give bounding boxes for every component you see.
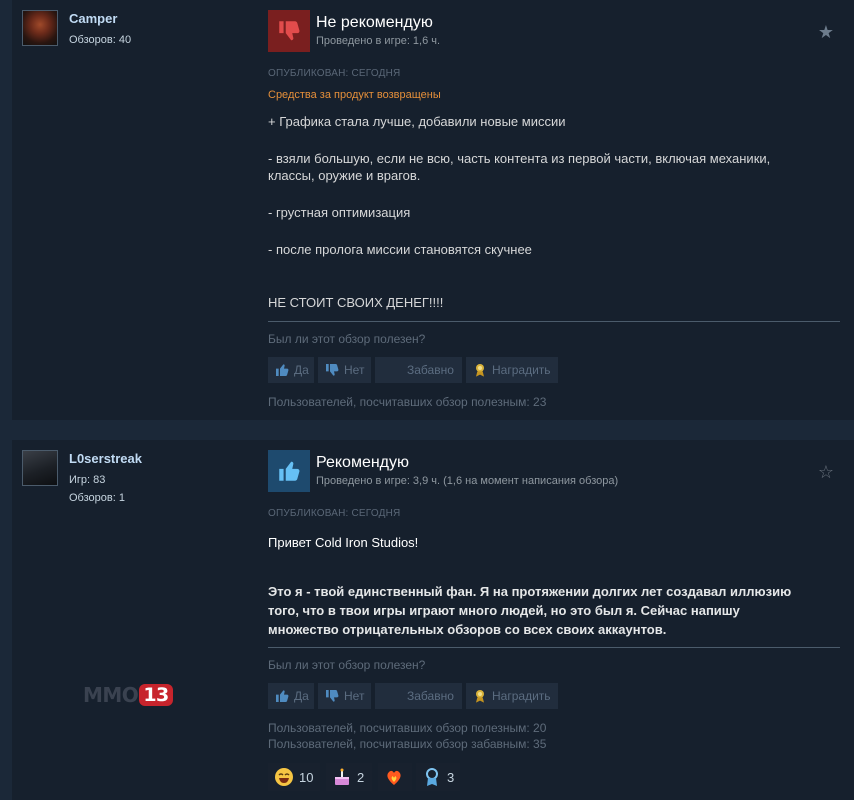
helpful-count: Пользователей, посчитавших обзор полезны… [268,395,547,409]
award-button[interactable]: Наградить [466,683,558,709]
user-name[interactable]: L0serstreak [69,451,142,466]
review-text-line: Привет Cold Iron Studios! [268,535,419,550]
helpful-count: Пользователей, посчитавших обзор полезны… [268,721,547,735]
medal-icon [422,767,442,787]
refunded-notice: Средства за продукт возвращены [268,89,441,101]
review-text-line: - взяли большую, если не всю, часть конт… [268,151,771,166]
user-review-count[interactable]: Обзоров: 1 [69,492,125,504]
review-text-line: множество отрицательных обзоров со всех … [268,622,667,637]
star-icon[interactable]: ★ [818,22,834,43]
helpful-no-label: Нет [344,689,365,703]
award-count: 10 [299,769,314,785]
thumbs-down-icon [268,10,310,52]
posted-date: ОПУБЛИКОВАН: СЕГОДНЯ [268,508,401,519]
review-text-line: НЕ СТОИТ СВОИХ ДЕНЕГ!!!! [268,295,444,310]
user-name[interactable]: Camper [69,11,117,26]
helpful-question: Был ли этот обзор полезен? [268,658,426,672]
fire-heart-icon [384,767,404,787]
review-text-line: - грустная оптимизация [268,205,411,220]
review-text-line: Это я - твой единственный фан. Я на прот… [268,584,792,599]
funny-button[interactable]: Забавно [375,357,462,383]
award-label: Наградить [492,363,551,377]
watermark-number: 13 [139,684,173,706]
user-review-count[interactable]: Обзоров: 40 [69,34,131,46]
funny-label: Забавно [407,689,454,703]
divider [268,321,840,322]
avatar[interactable] [22,10,58,46]
star-outline-icon[interactable]: ☆ [818,462,834,483]
award-button[interactable]: Наградить [466,357,558,383]
award-chip[interactable]: 2 [326,763,372,791]
review-text-line: классы, оружие и врагов. [268,168,421,183]
thumbs-down-icon [324,362,340,378]
helpful-yes-label: Да [294,363,309,377]
helpful-no-label: Нет [344,363,365,377]
vote-title: Не рекомендую [316,14,433,31]
hours-played: Проведено в игре: 1,6 ч. [316,35,441,47]
award-chip[interactable] [378,763,412,791]
user-game-count[interactable]: Игр: 83 [69,474,105,486]
thumbs-up-icon [274,362,290,378]
review-card: L0serstreak Игр: 83 Обзоров: 1 Рекоменду… [12,440,854,800]
divider [268,647,840,648]
helpful-yes-button[interactable]: Да [268,683,314,709]
review-card: Camper Обзоров: 40 Не рекомендую Проведе… [12,0,854,420]
funny-label: Забавно [407,363,454,377]
award-count: 2 [357,769,365,785]
thumbs-down-icon [324,688,340,704]
review-text-line: - после пролога миссии становятся скучне… [268,242,532,257]
cake-icon [332,767,352,787]
review-text-line: того, что в твои игры играют много людей… [268,603,740,618]
award-chip[interactable]: 3 [416,763,460,791]
helpful-yes-button[interactable]: Да [268,357,314,383]
award-count: 3 [447,769,455,785]
posted-date: ОПУБЛИКОВАН: СЕГОДНЯ [268,68,401,79]
hours-played: Проведено в игре: 3,9 ч. (1,6 на момент … [316,475,619,487]
watermark-logo: MMO 13 [83,683,173,707]
thumbs-up-icon [274,688,290,704]
helpful-yes-label: Да [294,689,309,703]
watermark-text: MMO [83,683,139,707]
award-icon [472,362,488,378]
funny-count: Пользователей, посчитавших обзор забавны… [268,737,547,751]
funny-button[interactable]: Забавно [375,683,462,709]
award-icon [472,688,488,704]
helpful-question: Был ли этот обзор полезен? [268,332,426,346]
thumbs-up-icon [268,450,310,492]
award-chip[interactable]: 10 [268,763,320,791]
award-label: Наградить [492,689,551,703]
avatar[interactable] [22,450,58,486]
review-text-line: + Графика стала лучше, добавили новые ми… [268,114,566,129]
vote-title: Рекомендую [316,454,410,471]
helpful-no-button[interactable]: Нет [318,357,371,383]
helpful-no-button[interactable]: Нет [318,683,371,709]
laughing-emoji-icon [274,767,294,787]
